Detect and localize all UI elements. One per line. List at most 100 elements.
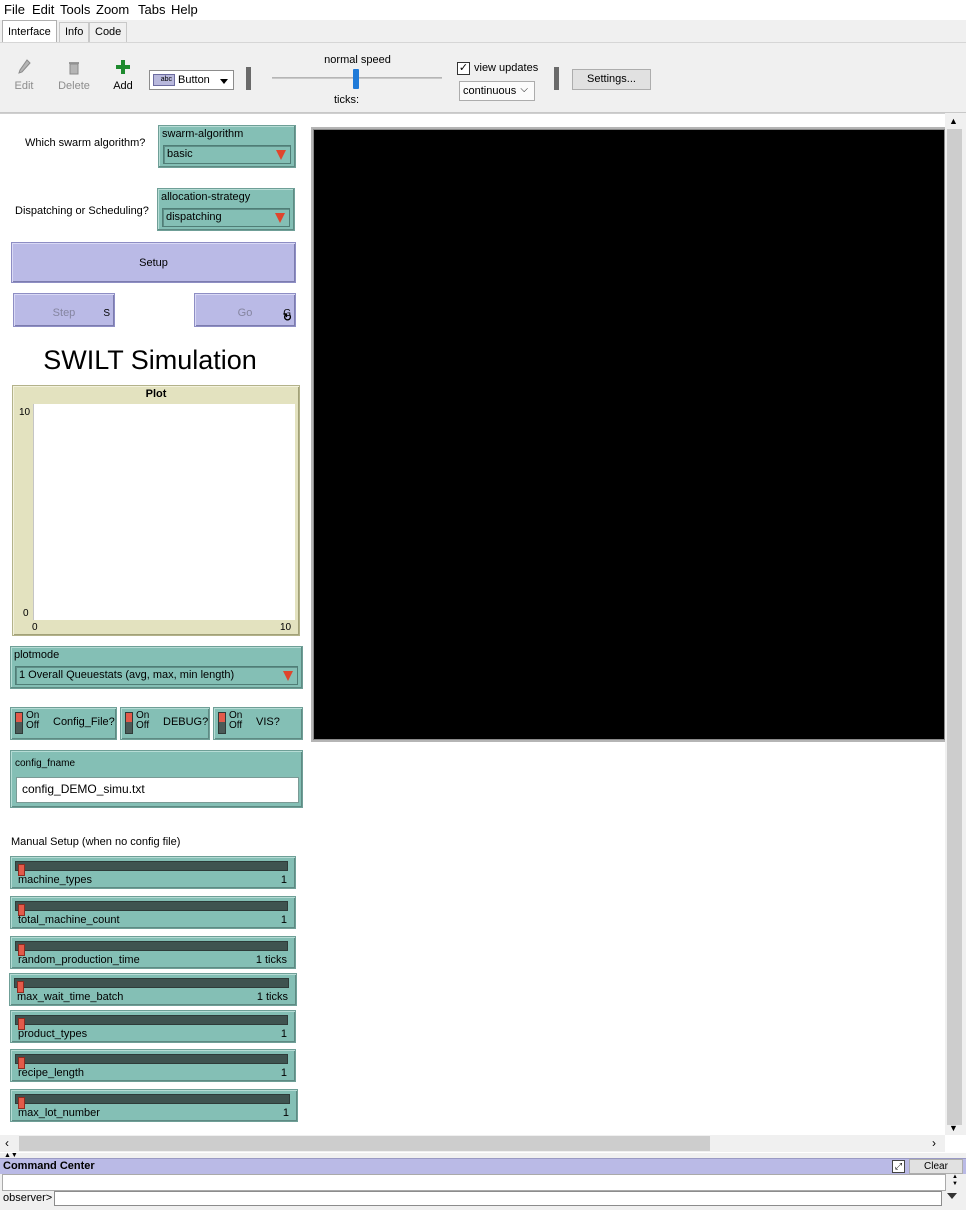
delete-button[interactable]: Delete <box>54 43 94 92</box>
switch-lever[interactable] <box>218 712 226 734</box>
menu-edit[interactable]: Edit <box>32 2 54 17</box>
speed-slider-thumb[interactable] <box>353 69 359 89</box>
slider-machine-types[interactable]: machine_types 1 <box>10 856 296 889</box>
go-button[interactable]: Go G ↻ <box>194 293 296 327</box>
slider-value: 1 <box>280 914 287 926</box>
step-label: Step <box>52 307 76 319</box>
edit-label: Edit <box>14 80 34 92</box>
plotmode-chooser[interactable]: plotmode 1 Overall Queuestats (avg, max,… <box>10 646 303 689</box>
go-label: Go <box>237 307 253 319</box>
slider-track[interactable] <box>15 1015 288 1030</box>
vis-switch[interactable]: On Off VIS? <box>213 707 303 740</box>
chooser-box[interactable]: dispatching <box>162 208 290 227</box>
chooser-box[interactable]: basic <box>163 145 291 164</box>
plot-y-min: 0 <box>23 608 29 619</box>
world-view[interactable] <box>311 127 947 742</box>
slider-track[interactable] <box>15 901 288 916</box>
add-label: Add <box>113 80 133 92</box>
plot-title: Plot <box>145 388 167 400</box>
slider-max-lot-number[interactable]: max_lot_number 1 <box>10 1089 298 1122</box>
dropdown-arrow-icon <box>220 79 228 84</box>
switch-label: DEBUG? <box>163 716 209 728</box>
scroll-right-icon[interactable]: › <box>932 1136 936 1150</box>
agent-type-selector[interactable]: observer> <box>3 1192 52 1204</box>
slider-track[interactable] <box>14 978 289 993</box>
update-mode-select[interactable]: continuous ⌵ <box>459 81 535 101</box>
step-button[interactable]: Step S <box>13 293 115 327</box>
forever-loop-icon: ↻ <box>282 312 292 324</box>
plot-widget[interactable]: Plot 10 0 0 10 <box>12 385 300 636</box>
delete-label: Delete <box>58 80 90 92</box>
slider-value: 1 <box>282 1107 289 1119</box>
toolbar: Edit Delete Add abc Button normal speed … <box>0 42 966 113</box>
menu-tabs[interactable]: Tabs <box>138 2 165 17</box>
switch-lever[interactable] <box>15 712 23 734</box>
command-input[interactable] <box>54 1191 942 1206</box>
output-scrollbar[interactable]: ▲ ▼ <box>946 1174 964 1191</box>
menu-file[interactable]: File <box>4 2 25 17</box>
widget-type-select[interactable]: abc Button <box>149 70 234 90</box>
slider-track[interactable] <box>15 1054 288 1069</box>
switch-label: VIS? <box>256 716 280 728</box>
slider-track[interactable] <box>15 1094 290 1109</box>
slider-track[interactable] <box>15 861 288 876</box>
scroll-down-icon[interactable]: ▼ <box>949 1123 958 1133</box>
slider-name: total_machine_count <box>18 914 120 926</box>
view-updates-checkbox[interactable]: ✓ <box>457 62 470 75</box>
slider-recipe-length[interactable]: recipe_length 1 <box>10 1049 296 1082</box>
settings-button[interactable]: Settings... <box>572 69 651 90</box>
chooser-box[interactable]: 1 Overall Queuestats (avg, max, min leng… <box>15 666 298 685</box>
slider-random-production-time[interactable]: random_production_time 1 ticks <box>10 936 296 969</box>
widget-type-value: Button <box>178 74 210 86</box>
debug-switch[interactable]: On Off DEBUG? <box>120 707 210 740</box>
swarm-algorithm-note: Which swarm algorithm? <box>25 137 146 149</box>
slider-product-types[interactable]: product_types 1 <box>10 1010 296 1043</box>
clear-button[interactable]: Clear <box>909 1159 963 1174</box>
scroll-up-icon[interactable]: ▲ <box>949 116 958 126</box>
chooser-value: 1 Overall Queuestats (avg, max, min leng… <box>19 669 235 681</box>
trash-icon <box>69 62 79 75</box>
plot-x-max: 10 <box>280 622 292 633</box>
history-dropdown-icon[interactable] <box>947 1193 957 1199</box>
toolbar-separator <box>554 67 559 90</box>
horizontal-scrollbar[interactable]: ‹ › <box>0 1135 945 1152</box>
expand-icon[interactable]: ⤢ <box>892 1160 905 1173</box>
slider-value: 1 <box>280 1067 287 1079</box>
speed-label: normal speed <box>324 54 391 66</box>
config-file-switch[interactable]: On Off Config_File? <box>10 707 117 740</box>
setup-label: Setup <box>139 257 168 269</box>
edit-button[interactable]: Edit <box>4 43 44 92</box>
tab-interface[interactable]: Interface <box>2 20 57 42</box>
setup-button[interactable]: Setup <box>11 242 296 283</box>
tab-strip: Interface Info Code <box>0 20 966 42</box>
triangle-down-icon <box>283 671 293 681</box>
chooser-value: dispatching <box>166 211 222 223</box>
tab-code[interactable]: Code <box>89 22 128 42</box>
menu-tools[interactable]: Tools <box>60 2 90 17</box>
ticks-label: ticks: <box>333 94 360 106</box>
vertical-scrollbar[interactable]: ▲ ▼ <box>945 113 966 1135</box>
slider-total-machine-count[interactable]: total_machine_count 1 <box>10 896 296 929</box>
config-fname-input[interactable]: config_DEMO_simu.txt <box>16 777 299 803</box>
horizontal-scroll-thumb[interactable] <box>19 1136 710 1151</box>
scroll-left-icon[interactable]: ‹ <box>5 1136 9 1150</box>
add-button[interactable]: Add <box>103 43 143 92</box>
tab-info[interactable]: Info <box>59 22 90 42</box>
vertical-scroll-thumb[interactable] <box>947 129 962 1125</box>
slider-value: 1 <box>280 874 287 886</box>
switch-on-off-label: On Off <box>229 710 243 731</box>
manual-setup-note: Manual Setup (when no config file) <box>11 836 181 848</box>
slider-track[interactable] <box>15 941 288 956</box>
menu-zoom[interactable]: Zoom <box>96 2 129 17</box>
step-shortcut-key: S <box>103 308 110 319</box>
menu-bar: File Edit Tools Zoom Tabs Help <box>0 0 966 20</box>
swarm-algorithm-chooser[interactable]: swarm-algorithm basic <box>158 125 296 168</box>
allocation-strategy-chooser[interactable]: allocation-strategy dispatching <box>157 188 295 231</box>
slider-max-wait-time-batch[interactable]: max_wait_time_batch 1 ticks <box>9 973 297 1006</box>
slider-value: 1 ticks <box>256 991 288 1003</box>
triangle-down-icon <box>276 150 286 160</box>
allocation-strategy-note: Dispatching or Scheduling? <box>15 205 149 217</box>
menu-help[interactable]: Help <box>171 2 198 17</box>
switch-lever[interactable] <box>125 712 133 734</box>
plot-y-max: 10 <box>19 407 31 418</box>
